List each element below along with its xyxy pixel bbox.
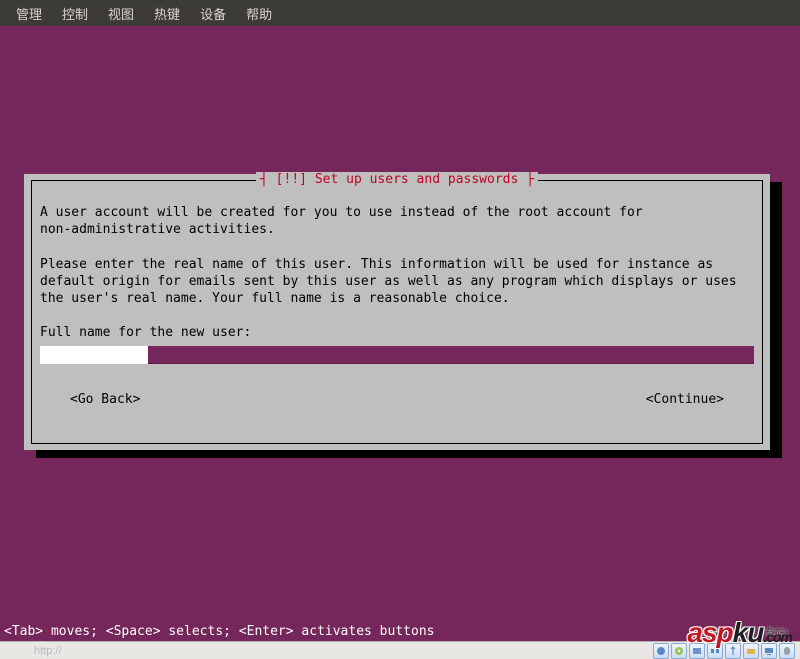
go-back-button[interactable]: <Go Back> bbox=[70, 392, 140, 407]
tray-disk2-icon[interactable] bbox=[689, 643, 705, 659]
dialog-title-text: [!!] Set up users and passwords bbox=[276, 172, 519, 187]
tray-usb-icon[interactable] bbox=[725, 643, 741, 659]
fullname-input[interactable] bbox=[40, 346, 148, 364]
host-taskbar: http:// bbox=[0, 641, 800, 659]
installer-help-line: <Tab> moves; <Space> selects; <Enter> ac… bbox=[4, 624, 434, 639]
dialog-title: ┤ [!!] Set up users and passwords ├ bbox=[256, 172, 538, 187]
dialog-prompt: Full name for the new user: bbox=[40, 325, 754, 342]
menu-control[interactable]: 控制 bbox=[52, 0, 98, 27]
fullname-input-row[interactable] bbox=[40, 346, 754, 364]
menu-device[interactable]: 设备 bbox=[190, 0, 236, 27]
dialog-border: ┤ [!!] Set up users and passwords ├ A us… bbox=[31, 180, 763, 444]
dialog-button-row: <Go Back> <Continue> bbox=[40, 392, 754, 407]
dialog-paragraph-1: A user account will be created for you t… bbox=[40, 205, 754, 239]
menu-view[interactable]: 视图 bbox=[98, 0, 144, 27]
menu-manage[interactable]: 管理 bbox=[6, 0, 52, 27]
installer-dialog: ┤ [!!] Set up users and passwords ├ A us… bbox=[24, 174, 770, 450]
input-underline bbox=[148, 346, 754, 364]
dialog-paragraph-2: Please enter the real name of this user.… bbox=[40, 257, 754, 308]
continue-button[interactable]: <Continue> bbox=[646, 392, 724, 407]
menu-help[interactable]: 帮助 bbox=[236, 0, 282, 27]
menu-hotkey[interactable]: 热键 bbox=[144, 0, 190, 27]
tray-disk-icon[interactable] bbox=[653, 643, 669, 659]
tray-shared-icon[interactable] bbox=[743, 643, 759, 659]
tray-mouse-icon[interactable] bbox=[779, 643, 795, 659]
taskbar-url-hint: http:// bbox=[34, 645, 62, 657]
tray-display-icon[interactable] bbox=[761, 643, 777, 659]
tray-network-icon[interactable] bbox=[707, 643, 723, 659]
vm-menubar: 管理 控制 视图 热键 设备 帮助 bbox=[0, 0, 800, 26]
tray-cd-icon[interactable] bbox=[671, 643, 687, 659]
